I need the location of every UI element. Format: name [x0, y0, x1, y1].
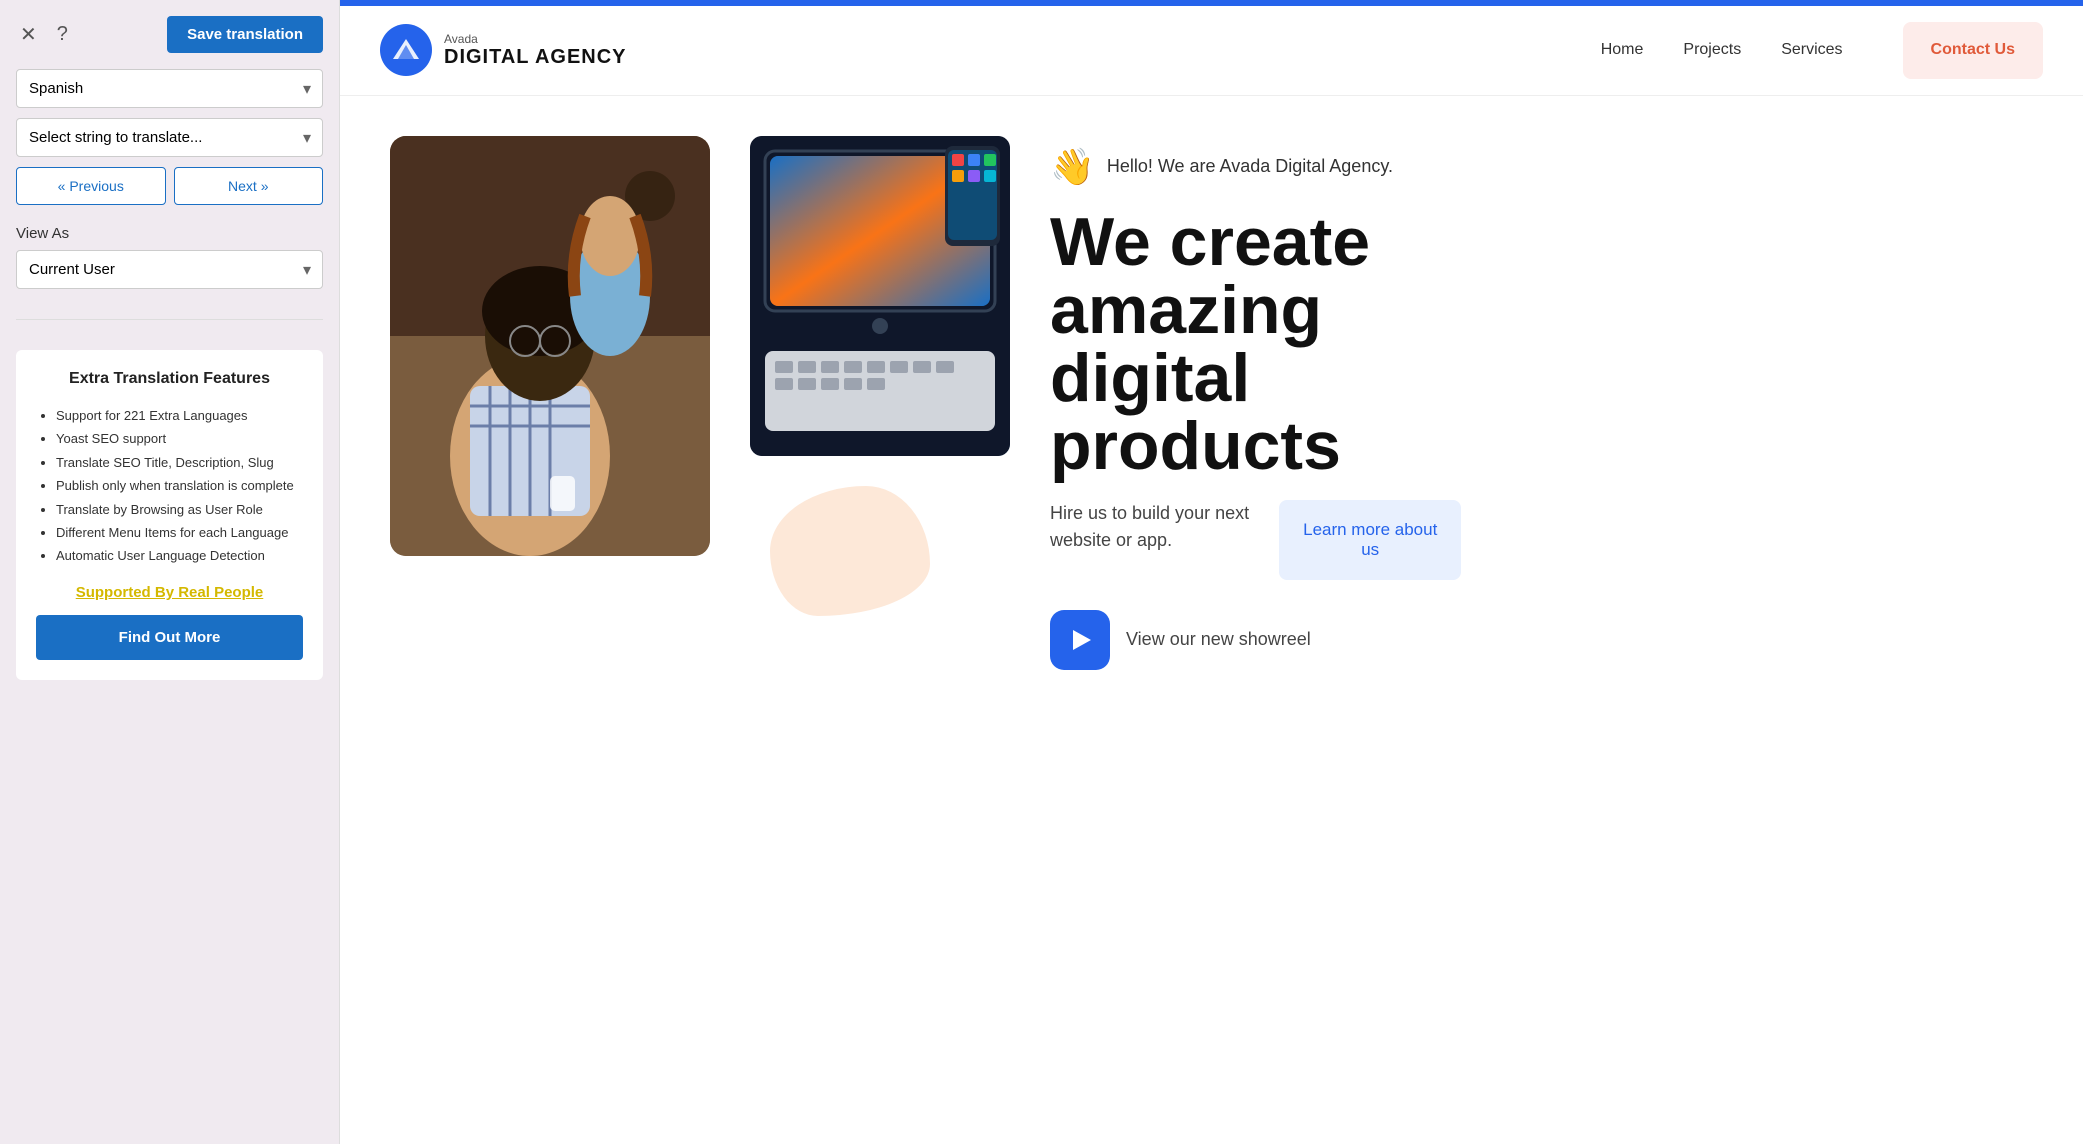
hero-main-image	[390, 136, 710, 556]
list-item: Different Menu Items for each Language	[56, 521, 303, 544]
view-as-select[interactable]: Current User Guest Admin	[16, 250, 323, 289]
nav-buttons: « Previous Next »	[16, 167, 323, 205]
hero-text: 👋 Hello! We are Avada Digital Agency. We…	[1050, 136, 2033, 670]
features-list: Support for 221 Extra Languages Yoast SE…	[36, 404, 303, 568]
string-select-wrapper[interactable]: Select string to translate...	[16, 118, 323, 157]
list-item: Yoast SEO support	[56, 427, 303, 450]
view-as-select-wrapper[interactable]: Current User Guest Admin	[16, 250, 323, 289]
hero-device-area	[750, 136, 1010, 616]
learn-more-box: Learn more aboutus	[1279, 500, 1461, 580]
greeting-text: Hello! We are Avada Digital Agency.	[1107, 156, 1393, 177]
top-bar: ✕ ? Save translation	[16, 16, 323, 53]
hero-subtext: Hire us to build your nextwebsite or app…	[1050, 500, 1249, 554]
blob-decoration	[770, 486, 930, 616]
list-item: Publish only when translation is complet…	[56, 474, 303, 497]
hero-section: 👋 Hello! We are Avada Digital Agency. We…	[340, 96, 2083, 1144]
help-button[interactable]: ?	[53, 19, 72, 50]
list-item: Translate by Browsing as User Role	[56, 498, 303, 521]
showreel-text: View our new showreel	[1126, 629, 1311, 650]
string-select[interactable]: Select string to translate...	[16, 118, 323, 157]
save-translation-button[interactable]: Save translation	[167, 16, 323, 53]
language-select[interactable]: Spanish French German	[16, 69, 323, 108]
headline-line3: digital	[1050, 340, 1250, 416]
play-icon	[1073, 630, 1091, 650]
nav-home[interactable]: Home	[1601, 41, 1644, 59]
main-content: Avada DIGITAL AGENCY Home Projects Servi…	[340, 0, 2083, 1144]
device-image	[750, 136, 1010, 456]
features-title: Extra Translation Features	[36, 370, 303, 388]
view-as-label: View As	[16, 225, 323, 242]
play-button[interactable]	[1050, 610, 1110, 670]
showreel-row: View our new showreel	[1050, 610, 2033, 670]
headline-line1: We create	[1050, 204, 1370, 280]
left-panel: ✕ ? Save translation Spanish French Germ…	[0, 0, 340, 1144]
logo-icon	[380, 24, 432, 76]
divider	[16, 319, 323, 320]
learn-more-link[interactable]: Learn more aboutus	[1303, 520, 1437, 560]
wave-emoji: 👋	[1050, 146, 1095, 188]
site-nav: Avada DIGITAL AGENCY Home Projects Servi…	[340, 6, 2083, 96]
supported-by-text: Supported By Real People	[36, 584, 303, 601]
features-section: Extra Translation Features Support for 2…	[16, 350, 323, 680]
list-item: Translate SEO Title, Description, Slug	[56, 451, 303, 474]
logo-area: Avada DIGITAL AGENCY	[380, 24, 1601, 76]
nav-projects[interactable]: Projects	[1683, 41, 1741, 59]
contact-button[interactable]: Contact Us	[1903, 22, 2043, 79]
greeting-row: 👋 Hello! We are Avada Digital Agency.	[1050, 146, 2033, 188]
nav-services[interactable]: Services	[1781, 41, 1842, 59]
prev-button[interactable]: « Previous	[16, 167, 166, 205]
headline-line4: products	[1050, 408, 1341, 484]
headline-line2: amazing	[1050, 272, 1322, 348]
language-select-wrapper[interactable]: Spanish French German	[16, 69, 323, 108]
logo-subtitle: Avada	[444, 32, 627, 46]
hero-headline: We create amazing digital products	[1050, 208, 2033, 480]
list-item: Support for 221 Extra Languages	[56, 404, 303, 427]
logo-title: DIGITAL AGENCY	[444, 46, 627, 69]
top-bar-left: ✕ ?	[16, 18, 72, 51]
list-item: Automatic User Language Detection	[56, 544, 303, 567]
hero-images	[390, 136, 710, 556]
next-button[interactable]: Next »	[174, 167, 324, 205]
logo-text: Avada DIGITAL AGENCY	[444, 32, 627, 69]
nav-links: Home Projects Services	[1601, 41, 1843, 59]
close-button[interactable]: ✕	[16, 18, 41, 51]
find-out-more-button[interactable]: Find Out More	[36, 615, 303, 660]
